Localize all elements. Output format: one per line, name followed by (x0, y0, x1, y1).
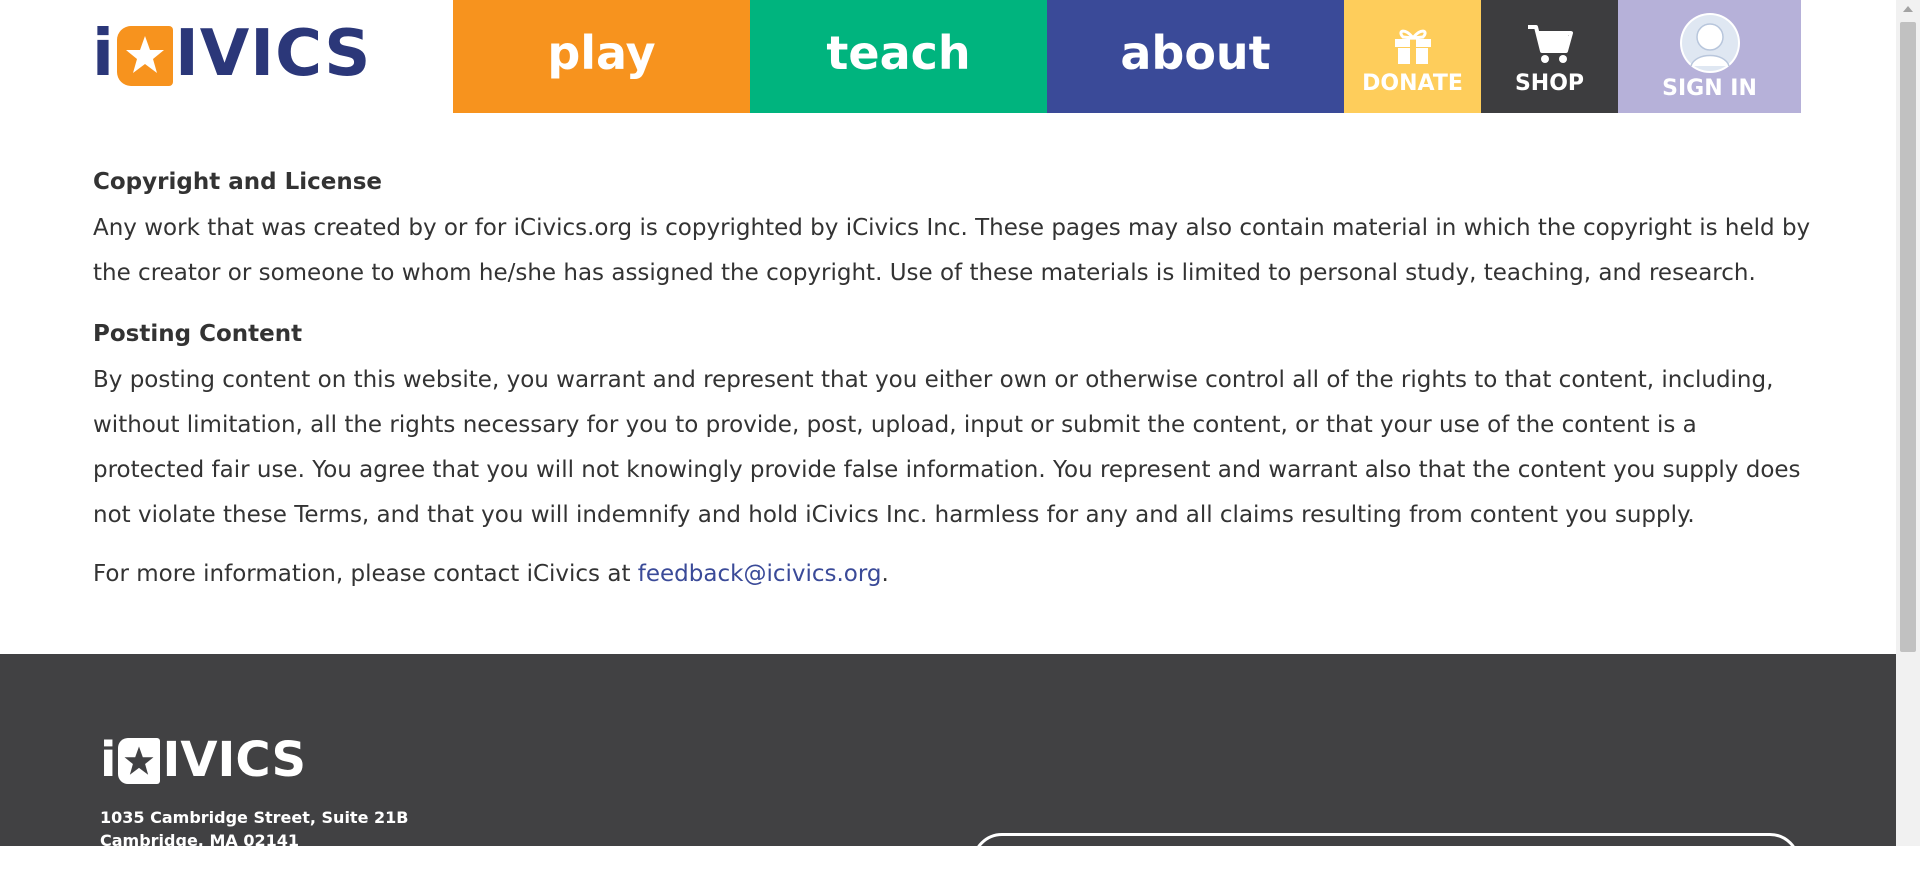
site-footer: i IVICS 1035 Cambridge Street, Suite 21B… (0, 654, 1896, 893)
logo-wordmark: i IVICS (92, 22, 371, 86)
logo-text-ivics: IVICS (174, 17, 372, 91)
footer-logo-ivics: IVICS (162, 732, 307, 788)
site-header: i IVICS play teach about DONATE SHOP SIG… (0, 0, 1896, 113)
nav-shop-label: SHOP (1514, 71, 1585, 96)
address-line-2: Cambridge, MA 02141 (100, 831, 299, 850)
newsletter-signup-box[interactable] (972, 833, 1800, 893)
address-line-1: 1035 Cambridge Street, Suite 21B (100, 808, 409, 827)
copyright-heading: Copyright and License (93, 169, 383, 195)
contact-suffix: . (881, 561, 889, 587)
nav-about-label: about (1120, 25, 1271, 80)
nav-about[interactable]: about (1047, 0, 1344, 113)
nav-play-label: play (547, 25, 656, 80)
scroll-up-arrow-icon[interactable] (1903, 6, 1913, 12)
nav-sign-in[interactable]: SIGN IN (1618, 0, 1801, 113)
footer-address: 1035 Cambridge Street, Suite 21B Cambrid… (100, 806, 408, 852)
main-nav: play teach about DONATE SHOP SIGN IN (453, 0, 1801, 113)
scrollbar-thumb[interactable] (1900, 22, 1916, 652)
footer-star-icon (118, 738, 161, 784)
logo-text-i: i (92, 17, 115, 91)
feedback-email-link[interactable]: feedback@icivics.org (638, 561, 882, 587)
nav-donate-label: DONATE (1362, 71, 1463, 96)
footer-logo[interactable]: i IVICS (100, 736, 306, 784)
contact-prefix: For more information, please contact iCi… (93, 561, 638, 587)
avatar-icon (1679, 12, 1741, 74)
footer-logo-i: i (100, 732, 117, 788)
posting-heading: Posting Content (93, 321, 303, 347)
copyright-text: Any work that was created by or for iCiv… (93, 215, 1811, 286)
nav-teach-label: teach (826, 25, 971, 80)
posting-text: By posting content on this website, you … (93, 367, 1801, 528)
page-scrollbar[interactable] (1896, 0, 1920, 846)
cart-icon (1526, 17, 1574, 65)
nav-teach[interactable]: teach (750, 0, 1047, 113)
star-icon (116, 26, 173, 86)
terms-content: Copyright and License Any work that was … (93, 158, 1813, 611)
gift-icon (1391, 17, 1435, 65)
contact-line: For more information, please contact iCi… (93, 552, 1813, 597)
nav-donate[interactable]: DONATE (1344, 0, 1481, 113)
site-logo[interactable]: i IVICS (92, 18, 371, 90)
nav-shop[interactable]: SHOP (1481, 0, 1618, 113)
nav-play[interactable]: play (453, 0, 750, 113)
nav-sign-in-label: SIGN IN (1662, 76, 1757, 101)
